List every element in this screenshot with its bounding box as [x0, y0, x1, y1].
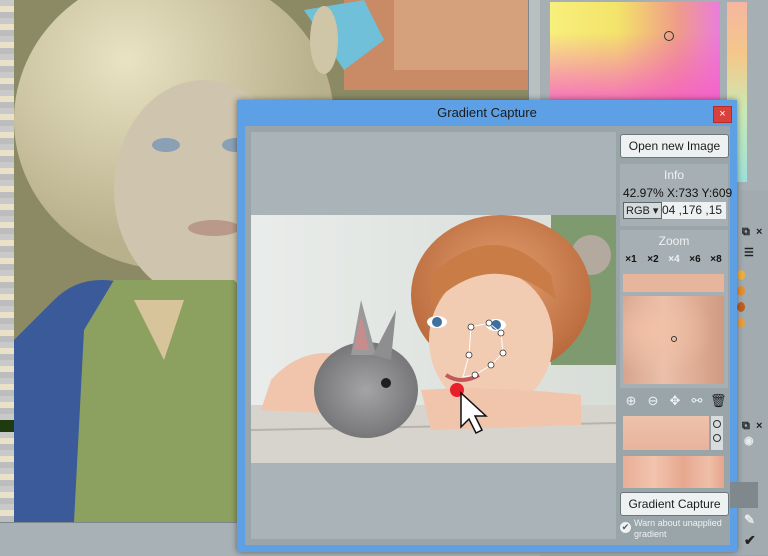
info-section: Info 42.97% X:733 Y:609 RGB ▾ 04 ,176 ,1…	[620, 164, 732, 226]
check-icon[interactable]: ✔	[744, 532, 756, 549]
dialog-title: Gradient Capture	[437, 105, 537, 120]
pen-icon[interactable]: ✎	[744, 512, 755, 528]
close-button[interactable]: ×	[713, 106, 732, 123]
side-swatches	[737, 270, 745, 334]
panel-menu-icon[interactable]: ☰	[744, 246, 754, 259]
zoom-x8-button[interactable]: ×8	[705, 252, 727, 268]
zoom-color-strip	[623, 274, 724, 292]
info-title: Info	[663, 168, 684, 182]
dialog-titlebar[interactable]: Gradient Capture ×	[237, 100, 737, 126]
position-readout: 42.97% X:733 Y:609	[623, 186, 733, 200]
panel-dock-icon[interactable]: ⧉	[742, 226, 750, 239]
zoom-title: Zoom	[658, 234, 690, 248]
zoom-section: Zoom ×1 ×2 ×4 ×6 ×8	[620, 230, 728, 388]
captured-photo[interactable]	[251, 215, 616, 463]
panel-dock-icon-2[interactable]: ⧉	[742, 420, 750, 433]
external-tools: ✎ ✔	[730, 482, 768, 555]
rgb-values-field[interactable]: 04 ,176 ,15	[662, 202, 726, 219]
eye-icon[interactable]: ◉	[744, 434, 754, 447]
panel-close-icon-2[interactable]: ×	[756, 420, 762, 432]
gradient-swatch[interactable]	[623, 416, 709, 450]
dialog-sidebar: Open new Image Info 42.97% X:733 Y:609 R…	[620, 132, 732, 540]
color-picker-handle[interactable]	[664, 31, 674, 41]
image-canvas[interactable]	[251, 132, 616, 539]
zoom-x1-button[interactable]: ×1	[620, 252, 642, 268]
warn-option[interactable]: ✔ Warn about unapplied gradient	[620, 518, 728, 540]
gradient-capture-dialog: Gradient Capture × Open new Image Info 4…	[237, 100, 737, 552]
warn-label: Warn about unapplied gradient	[634, 518, 722, 539]
open-new-image-button[interactable]: Open new Image	[620, 134, 729, 158]
point-tools: ⊕ ⊖ ✥ ⚯ 🗑	[620, 390, 728, 412]
gradient-preview	[623, 456, 724, 488]
zoom-x6-button[interactable]: ×6	[684, 252, 706, 268]
left-toolbar-strip	[0, 0, 14, 555]
zoom-level-buttons: ×1 ×2 ×4 ×6 ×8	[620, 252, 728, 268]
zoom-x4-button[interactable]: ×4	[663, 252, 685, 268]
zoom-preview	[623, 296, 724, 384]
color-mode-select[interactable]: RGB ▾	[623, 202, 662, 219]
gradient-capture-button[interactable]: Gradient Capture	[620, 492, 729, 516]
remove-point-icon[interactable]: ⊖	[645, 393, 661, 409]
panel-close-icon[interactable]: ×	[756, 226, 762, 238]
trash-icon[interactable]: 🗑	[710, 393, 727, 409]
gradient-list-scrollbar[interactable]	[711, 416, 723, 450]
zoom-x2-button[interactable]: ×2	[642, 252, 664, 268]
captured-gradients-list[interactable]	[623, 416, 724, 452]
checkmark-icon[interactable]: ✔	[620, 522, 631, 533]
add-point-icon[interactable]: ⊕	[623, 393, 639, 409]
color-picker-field[interactable]	[550, 2, 720, 102]
reshape-icon[interactable]: ⚯	[689, 393, 705, 409]
capture-tool-icon[interactable]	[730, 482, 758, 508]
move-icon[interactable]: ✥	[667, 393, 683, 409]
dialog-body: Open new Image Info 42.97% X:733 Y:609 R…	[245, 126, 732, 545]
